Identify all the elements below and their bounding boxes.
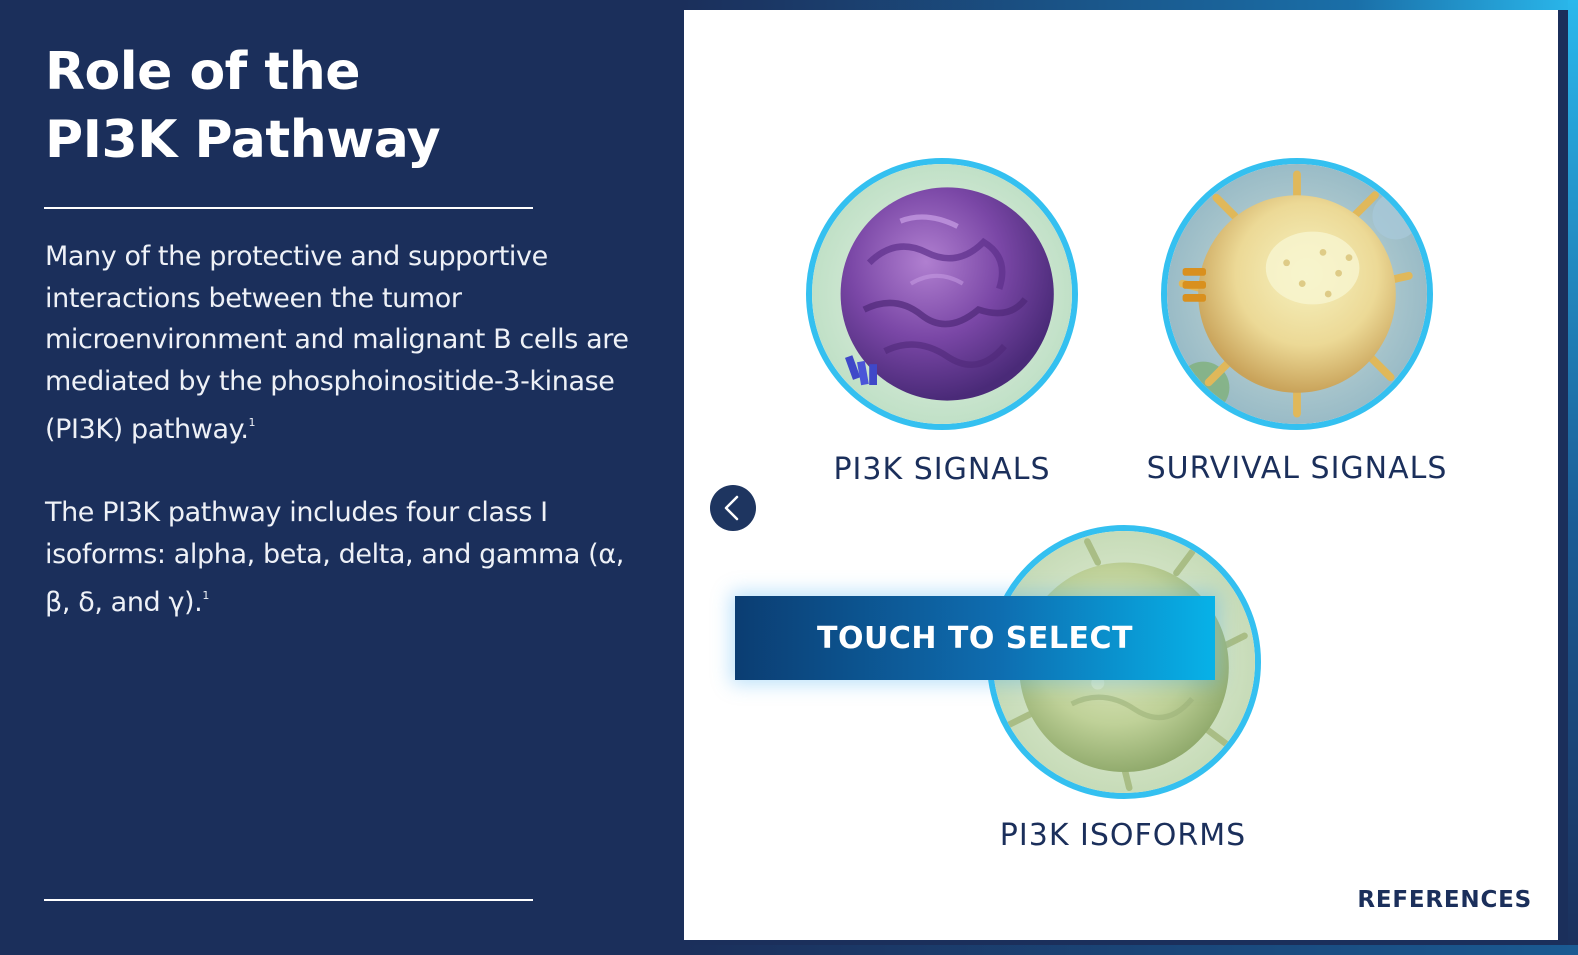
references-button[interactable]: REFERENCES	[1357, 887, 1532, 913]
isoforms-paragraph-text: The PI3K pathway includes four class I i…	[45, 497, 624, 618]
intro-paragraph: Many of the protective and supportive in…	[45, 236, 645, 451]
intro-paragraph-text: Many of the protective and supportive in…	[45, 241, 629, 445]
back-button[interactable]	[710, 485, 756, 531]
page-title: Role of the PI3K Pathway	[45, 38, 441, 174]
frame-bottom-border	[684, 945, 1578, 955]
pi3k-isoforms-button[interactable]: PI3K ISOFORMS	[984, 525, 1262, 860]
page-title-line-1: Role of the	[45, 42, 361, 102]
survival-signals-label: SURVIVAL SIGNALS	[1146, 451, 1448, 486]
pi3k-signals-button[interactable]: PI3K SIGNALS	[804, 158, 1080, 493]
intro-footnote-ref: 1	[248, 416, 256, 429]
touch-to-select-banner[interactable]: TOUCH TO SELECT	[735, 596, 1215, 680]
survival-signals-button[interactable]: SURVIVAL SIGNALS	[1144, 158, 1450, 493]
left-panel: Role of the PI3K Pathway Many of the pro…	[0, 0, 684, 955]
yellow-stromal-cell-image	[1161, 158, 1433, 430]
page-title-line-2: PI3K Pathway	[45, 110, 441, 170]
touch-to-select-label: TOUCH TO SELECT	[817, 620, 1133, 656]
purple-b-cell-image	[806, 158, 1078, 430]
footer-divider	[44, 899, 533, 901]
title-divider	[44, 207, 533, 209]
isoforms-footnote-ref: 1	[202, 589, 209, 602]
pi3k-signals-label: PI3K SIGNALS	[833, 452, 1051, 487]
isoforms-paragraph: The PI3K pathway includes four class I i…	[45, 492, 645, 624]
frame-right-border	[1568, 0, 1578, 955]
pi3k-isoforms-label: PI3K ISOFORMS	[999, 818, 1247, 853]
chevron-left-icon	[724, 495, 739, 521]
frame-top-border	[684, 0, 1578, 10]
selection-panel: PI3K SIGNALS SURVIVAL SIGNALS PI3K ISOFO…	[684, 10, 1558, 940]
